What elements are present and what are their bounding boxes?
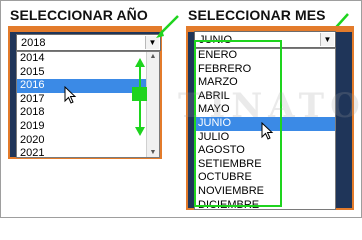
scroll-thumb-marker <box>132 87 147 101</box>
watermark: TINATO <box>178 86 362 126</box>
arrow-to-year-button <box>159 15 179 35</box>
mouse-cursor-icon <box>64 86 77 104</box>
month-dropdown-button[interactable]: ▼ <box>320 33 334 46</box>
month-section-title: SELECCIONAR MES <box>188 7 326 23</box>
mouse-cursor-icon <box>261 122 274 140</box>
